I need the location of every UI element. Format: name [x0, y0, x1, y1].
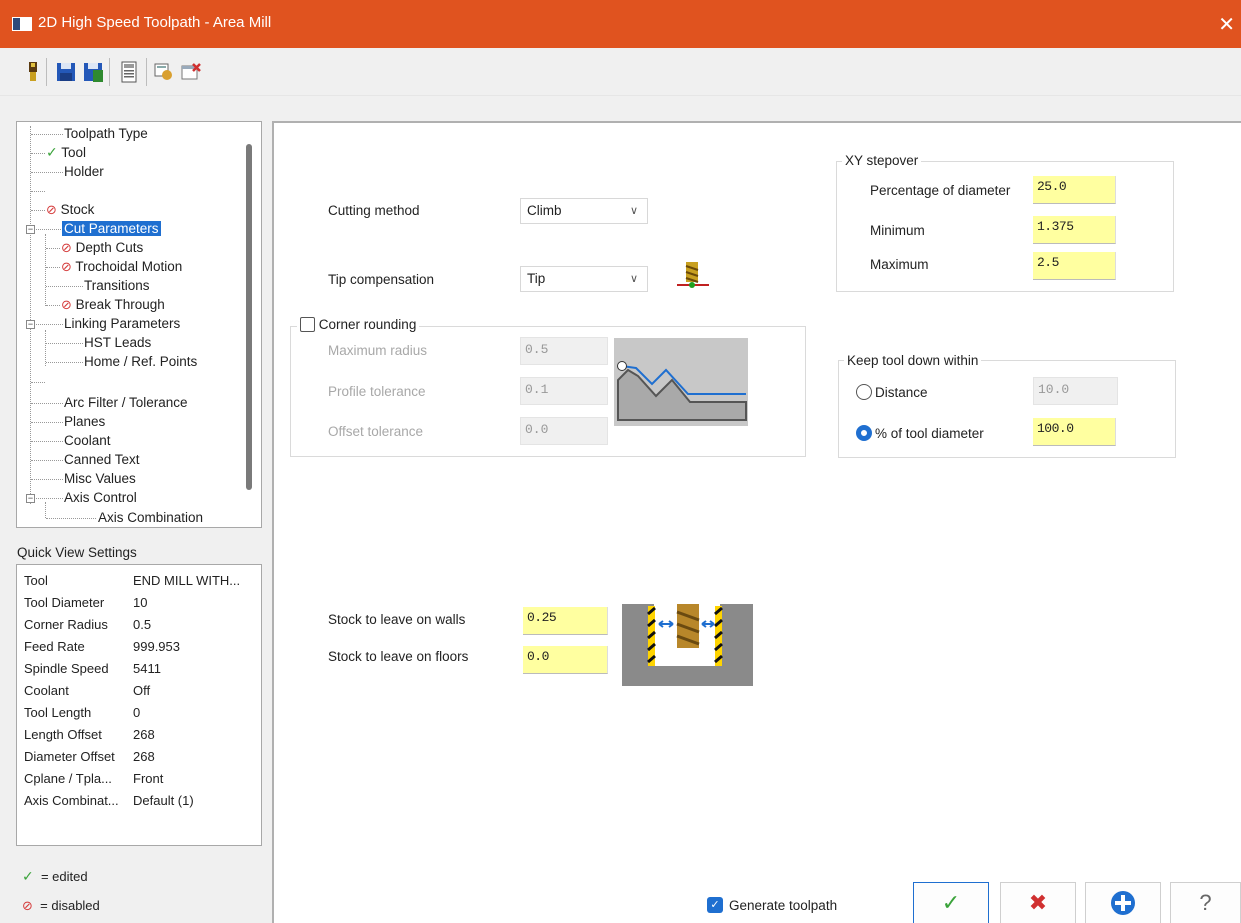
- tree-item-break-through[interactable]: ⊘ Break Through: [61, 295, 165, 314]
- disabled-icon: ⊘: [46, 202, 57, 217]
- stock-to-leave-diagram-icon: [622, 604, 753, 686]
- percentage-of-diameter-input[interactable]: 25.0: [1033, 176, 1116, 204]
- legend-edited: ✓ = edited: [22, 868, 88, 884]
- corner-rounding-checkbox[interactable]: [300, 317, 315, 332]
- tree-item-arc-filter-tolerance[interactable]: Arc Filter / Tolerance: [64, 393, 188, 412]
- max-radius-input[interactable]: 0.5: [520, 337, 608, 365]
- apply-icon: [1111, 891, 1135, 915]
- stock-walls-label: Stock to leave on walls: [328, 612, 466, 627]
- disabled-icon: ⊘: [61, 240, 72, 255]
- tip-compensation-label: Tip compensation: [328, 272, 435, 287]
- collapse-icon[interactable]: −: [26, 225, 35, 234]
- legend-disabled: ⊘ = disabled: [22, 898, 100, 913]
- tool-diameter-input[interactable]: 100.0: [1033, 418, 1116, 446]
- stock-floors-label: Stock to leave on floors: [328, 649, 469, 664]
- edited-check-icon: ✓: [22, 868, 34, 884]
- tree-item-axis-control[interactable]: Axis Control: [64, 488, 137, 507]
- chevron-down-icon: ∨: [629, 205, 638, 217]
- help-button[interactable]: ?: [1170, 882, 1241, 923]
- keep-tool-down-group: [838, 360, 1176, 458]
- toolbar: [0, 48, 1241, 96]
- edited-check-icon: ✓: [46, 144, 58, 160]
- chevron-down-icon: ∨: [629, 273, 638, 285]
- tip-compensation-select[interactable]: Tip ∨: [520, 266, 648, 292]
- distance-input[interactable]: 10.0: [1033, 377, 1118, 405]
- tree-item-holder[interactable]: Holder: [64, 162, 104, 181]
- tree-item-transitions[interactable]: Transitions: [84, 276, 150, 295]
- tree-scrollbar[interactable]: [246, 144, 252, 490]
- quick-view-title: Quick View Settings: [17, 545, 137, 560]
- app-window-icon: [12, 17, 32, 31]
- tree-item-home-ref-points[interactable]: Home / Ref. Points: [84, 352, 197, 371]
- tool-diameter-label: % of tool diameter: [875, 426, 984, 441]
- profile-tolerance-input[interactable]: 0.1: [520, 377, 608, 405]
- keep-tool-down-title: Keep tool down within: [844, 353, 982, 368]
- distance-label: Distance: [875, 385, 928, 400]
- disabled-icon: ⊘: [22, 898, 33, 913]
- offset-tolerance-label: Offset tolerance: [328, 424, 424, 439]
- generate-toolpath-label: Generate toolpath: [729, 898, 838, 913]
- tree-item-trochoidal-motion[interactable]: ⊘ Trochoidal Motion: [61, 257, 182, 276]
- help-icon: ?: [1199, 890, 1212, 915]
- ok-icon: ✓: [941, 890, 961, 915]
- cutting-method-select[interactable]: Climb ∨: [520, 198, 648, 224]
- maximum-input[interactable]: 2.5: [1033, 252, 1116, 280]
- minimum-label: Minimum: [870, 223, 925, 238]
- cancel-button[interactable]: ✖: [1000, 882, 1076, 923]
- disabled-icon: ⊘: [61, 259, 72, 274]
- view-icon[interactable]: [153, 60, 175, 84]
- settings-tree: Toolpath Type ✓ Tool Holder ⊘ Stock − Cu…: [16, 121, 262, 528]
- tree-item-cut-parameters[interactable]: Cut Parameters: [62, 219, 161, 238]
- close-icon[interactable]: ✕: [1218, 12, 1235, 37]
- tree-item-axis-combination[interactable]: Axis Combination: [98, 508, 203, 527]
- cutting-method-label: Cutting method: [328, 203, 420, 218]
- collapse-icon[interactable]: −: [26, 320, 35, 329]
- max-radius-label: Maximum radius: [328, 343, 428, 358]
- tool-icon[interactable]: [22, 60, 44, 84]
- offset-tolerance-input[interactable]: 0.0: [520, 417, 608, 445]
- distance-radio[interactable]: [856, 384, 872, 400]
- calculator-icon[interactable]: [118, 60, 140, 84]
- ok-button[interactable]: ✓: [913, 882, 989, 923]
- save-icon[interactable]: [55, 60, 77, 84]
- close-dialog-icon[interactable]: [180, 60, 202, 84]
- tree-item-coolant[interactable]: Coolant: [64, 431, 111, 450]
- tree-item-stock[interactable]: ⊘ Stock: [46, 200, 94, 219]
- profile-tolerance-label: Profile tolerance: [328, 384, 426, 399]
- tree-item-tool[interactable]: ✓ Tool: [46, 143, 86, 162]
- tree-item-depth-cuts[interactable]: ⊘ Depth Cuts: [61, 238, 143, 257]
- disabled-icon: ⊘: [61, 297, 72, 312]
- cancel-icon: ✖: [1028, 890, 1048, 915]
- collapse-icon[interactable]: −: [26, 494, 35, 503]
- generate-toolpath-checkbox[interactable]: ✓: [707, 897, 723, 913]
- tree-item-planes[interactable]: Planes: [64, 412, 105, 431]
- percentage-of-diameter-label: Percentage of diameter: [870, 183, 1011, 198]
- stock-walls-input[interactable]: 0.25: [523, 607, 608, 635]
- quick-view-panel: Tool END MILL WITH... Tool Diameter 10 Cor…: [16, 564, 262, 846]
- tree-item-hst-leads[interactable]: HST Leads: [84, 333, 151, 352]
- tree-item-misc-values[interactable]: Misc Values: [64, 469, 136, 488]
- tip-compensation-icon: [677, 262, 709, 288]
- corner-rounding-diagram-icon: [614, 338, 748, 426]
- tree-item-canned-text[interactable]: Canned Text: [64, 450, 140, 469]
- xy-stepover-title: XY stepover: [842, 153, 922, 168]
- save-as-icon[interactable]: [82, 60, 104, 84]
- corner-rounding-title: Corner rounding: [297, 317, 420, 332]
- tree-item-toolpath-type[interactable]: Toolpath Type: [64, 124, 148, 143]
- window-title: 2D High Speed Toolpath - Area Mill: [38, 14, 272, 31]
- apply-button[interactable]: [1085, 882, 1161, 923]
- tool-diameter-radio[interactable]: [856, 425, 872, 441]
- stock-floors-input[interactable]: 0.0: [523, 646, 608, 674]
- minimum-input[interactable]: 1.375: [1033, 216, 1116, 244]
- title-bar: 2D High Speed Toolpath - Area Mill ✕: [0, 0, 1241, 48]
- tree-item-linking-parameters[interactable]: Linking Parameters: [64, 314, 180, 333]
- maximum-label: Maximum: [870, 257, 929, 272]
